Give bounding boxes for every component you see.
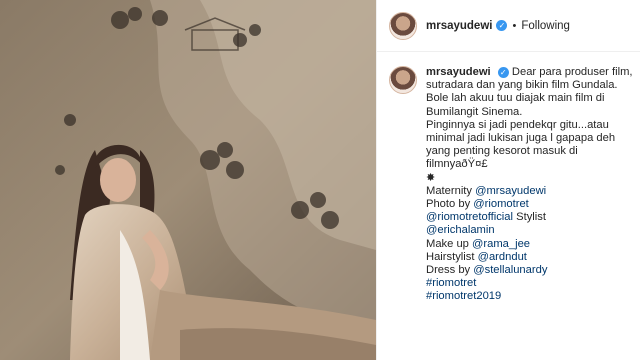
credit-line: Make up @rama_jee <box>426 237 531 250</box>
caption-block: mrsayudewi ✓ Dear para produser film, su… <box>389 66 633 304</box>
caption-verified-badge-icon: ✓ <box>497 67 509 78</box>
separator-dot: • <box>512 19 517 32</box>
credit-line: Hairstylist @ardndut <box>426 250 527 263</box>
credit-line: Maternity @mrsayudewi <box>426 184 547 197</box>
mention-link[interactable]: @stellalunardy <box>473 264 547 276</box>
post-photo[interactable] <box>0 0 376 360</box>
credit-line: @riomotretofficial Stylist <box>426 211 546 224</box>
caption-avatar[interactable] <box>389 66 417 94</box>
hashtag-link[interactable]: #riomotret <box>426 277 633 290</box>
verified-badge-icon: ✓ <box>496 20 508 31</box>
post-image <box>0 0 376 360</box>
caption-line-3: Pinginnya si jadi pendekqr gitu...atau m… <box>426 118 616 171</box>
credit-line: Photo by @riomotret <box>426 198 529 211</box>
header-username[interactable]: mrsayudewi <box>426 20 492 32</box>
post-header: mrsayudewi ✓ • Following <box>377 0 640 52</box>
credit-line: Dress by @stellalunardy <box>426 264 548 277</box>
mention-link[interactable]: @rama_jee <box>472 238 530 250</box>
caption-text: mrsayudewi ✓ Dear para produser film, su… <box>426 66 633 304</box>
mention-link[interactable]: @riomotret <box>473 198 529 210</box>
caption-username[interactable]: mrsayudewi <box>426 66 491 78</box>
star-emoji-icon: ✸ <box>426 171 436 184</box>
credit-line: @erichalamin <box>426 224 633 237</box>
profile-avatar[interactable] <box>389 11 417 40</box>
instagram-post-view: mrsayudewi ✓ • Following mrsayudewi ✓ De… <box>0 0 640 360</box>
post-side-panel: mrsayudewi ✓ • Following mrsayudewi ✓ De… <box>376 0 640 360</box>
mention-link[interactable]: @erichalamin <box>426 224 495 236</box>
caption-line-2: Bole lah akuu tuu diajak main film di Bu… <box>426 92 605 118</box>
hashtag-link[interactable]: #riomotret2019 <box>426 290 633 303</box>
following-button[interactable]: Following <box>521 20 570 32</box>
mention-link[interactable]: @mrsayudewi <box>475 185 546 197</box>
mention-link[interactable]: @ardndut <box>478 251 527 263</box>
mention-link[interactable]: @riomotretofficial <box>426 211 513 223</box>
